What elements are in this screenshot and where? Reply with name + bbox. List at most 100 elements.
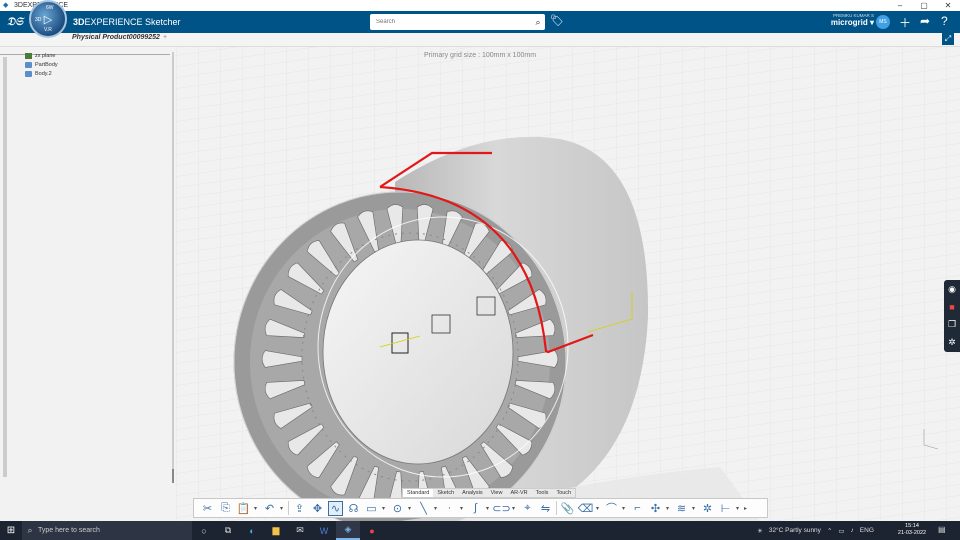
spline-icon[interactable]: ∫ [468,501,483,516]
tree-scrollbar[interactable] [3,57,7,477]
record-icon[interactable]: ■ [949,302,954,312]
chevron-right-icon[interactable]: ▸ [744,505,749,512]
undo-icon[interactable]: ↶ [262,501,277,516]
profile-icon[interactable]: ∿ [328,500,343,516]
edge-icon[interactable]: ◐ [240,521,264,540]
chevron-down-icon[interactable]: ▾ [434,505,439,512]
fullscreen-icon[interactable]: ⤢ [942,33,954,45]
network-icon[interactable]: ▭ [838,527,844,535]
cortana-icon[interactable]: ○ [192,521,216,540]
chevron-down-icon[interactable]: ▾ [736,505,741,512]
mail-icon[interactable]: ✉ [288,521,312,540]
weather-text[interactable]: 32°C Partly sunny [769,527,821,534]
point-icon[interactable]: · [442,501,457,516]
separator [288,501,289,515]
tab-touch[interactable]: Touch [552,489,575,497]
chevron-down-icon[interactable]: ▾ [666,505,671,512]
chevron-down-icon[interactable]: ▾ [382,505,387,512]
slot-icon[interactable]: ⊂⊃ [492,501,510,516]
volume-icon[interactable]: ♪ [851,527,854,534]
eraser-icon[interactable]: ⌫ [578,501,594,516]
language-indicator[interactable]: ENG [860,527,874,534]
tab-tools[interactable]: Tools [532,489,553,497]
tab-view[interactable]: View [487,489,507,497]
viewport-canvas[interactable] [0,47,960,521]
chevron-down-icon[interactable]: ▾ [254,505,259,512]
add-icon[interactable]: ＋ [899,14,911,31]
close-button[interactable]: ✕ [936,1,960,10]
separator [556,501,557,515]
trim-icon[interactable]: ✣ [648,501,663,516]
scroll-handle[interactable] [172,469,174,483]
chevron-down-icon[interactable]: ▾ [460,505,465,512]
circle-icon[interactable]: ⊙ [390,501,405,516]
tray-chevron-icon[interactable]: ⌃ [827,527,832,535]
help-icon[interactable]: ? [941,14,948,28]
corner-icon[interactable]: ⌒ [604,501,619,516]
chamfer-icon[interactable]: ⌐ [630,501,645,516]
attach-icon[interactable]: 📎 [560,501,575,516]
weather-icon[interactable]: ☀ [757,527,763,535]
dassault-logo-icon[interactable]: 𝔇𝔖 [0,16,30,29]
mirror-icon[interactable]: ⇋ [538,501,553,516]
cut-icon[interactable]: ✂ [200,501,215,516]
offset-icon[interactable]: ≋ [674,501,689,516]
layers-icon[interactable]: ❐ [948,319,956,330]
3d-viewport[interactable]: zx plane PartBody Body.2 Primary grid si… [0,47,960,521]
camera-icon[interactable]: ◉ [948,284,956,295]
chevron-down-icon[interactable]: ▾ [692,505,697,512]
tag-icon[interactable]: 🏷 [550,14,564,27]
word-icon[interactable]: W [312,521,336,540]
search-input[interactable] [370,19,531,25]
panel-splitter[interactable] [172,52,174,472]
tenant-selector[interactable]: microgrid ▾ [818,18,874,27]
clock[interactable]: 15:14 21-03-2022 [896,523,928,537]
copy-icon[interactable]: ⎘ [218,501,233,516]
paste-icon[interactable]: 📋 [236,501,251,516]
windows-start-icon[interactable]: ⊞ [0,525,22,536]
minimize-button[interactable]: – [888,1,912,10]
tree-item-partbody[interactable]: PartBody [25,60,58,69]
chevron-down-icon[interactable]: ▾ [486,505,491,512]
tab-sketch[interactable]: Sketch [433,489,458,497]
avatar[interactable]: MS [876,15,890,29]
maximize-button[interactable]: ▢ [912,1,936,10]
search-icon[interactable]: ⌕ [531,17,545,28]
notification-icon[interactable]: ▤ [938,525,946,534]
tab-standard[interactable]: Standard [403,489,434,497]
add-tab-button[interactable]: + [163,34,167,41]
constraint-icon[interactable]: ☊ [346,501,361,516]
dimension-icon[interactable]: ⊢ [718,501,733,516]
window-title: 3DEXPERIENCE [14,2,888,9]
taskbar-search[interactable]: ⌕ Type here to search [22,521,192,540]
tab-physical-product[interactable]: Physical Product00099252 + [72,34,167,41]
tree-item-zx-plane[interactable]: zx plane [25,51,58,60]
sketch-position-icon[interactable]: ✥ [310,501,325,516]
chevron-down-icon[interactable]: ▾ [622,505,627,512]
line-icon[interactable]: ╲ [416,501,431,516]
rectangle-icon[interactable]: ▭ [364,501,379,516]
brand-rest: EXPERIENCE Sketcher [84,17,181,27]
share-icon[interactable]: ➦ [920,14,930,28]
settings-gear-icon[interactable]: ✲ [700,501,715,516]
tree-item-body2[interactable]: Body.2 [25,69,58,78]
tab-analysis[interactable]: Analysis [458,489,486,497]
search-box[interactable]: ⌕ [370,14,545,30]
chevron-down-icon[interactable]: ▾ [280,505,285,512]
chevron-down-icon[interactable]: ▾ [408,505,413,512]
specification-tree[interactable]: zx plane PartBody Body.2 [25,51,58,78]
compass-version: V.R [44,27,52,33]
project-icon[interactable]: ⌖ [520,501,535,516]
file-explorer-icon[interactable]: ▆ [264,521,288,540]
compass-widget[interactable]: 6W 3D ▷ V.R [29,0,67,38]
chevron-down-icon[interactable]: ▾ [512,505,517,512]
play-icon[interactable]: ▷ [44,13,52,26]
task-view-icon[interactable]: ⧉ [216,521,240,540]
settings-icon[interactable]: ✲ [948,337,956,348]
exit-sketch-icon[interactable]: ⇪ [292,501,307,516]
tab-ar-vr[interactable]: AR-VR [506,489,531,497]
user-block[interactable]: PREMKU KUMAR S microgrid ▾ [818,13,874,27]
recorder-icon[interactable]: ● [360,521,384,540]
3dexperience-taskbar-icon[interactable]: ◈ [336,521,360,540]
chevron-down-icon[interactable]: ▾ [596,505,601,512]
